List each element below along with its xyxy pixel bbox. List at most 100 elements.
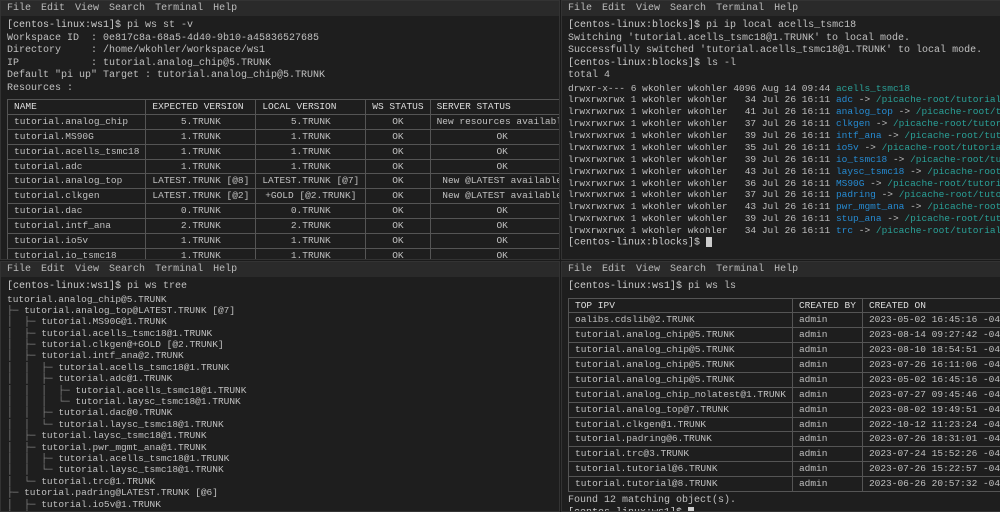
ws-status-table: NAMEEXPECTED VERSIONLOCAL VERSIONWS STAT… — [7, 99, 559, 259]
terminal-body[interactable]: [centos-linux:ws1]$ pi ws st -v Workspac… — [1, 16, 559, 259]
menu-file[interactable]: File — [7, 264, 31, 275]
menu-file[interactable]: File — [568, 264, 592, 275]
ls-entry: lrwxrwxrwx 1 wkohler wkohler 34 Jul 26 1… — [568, 94, 994, 106]
terminal-pane-bottom-left[interactable]: File Edit View Search Terminal Help [centos-l… — [0, 261, 560, 512]
tree-node: │ │ │ ├─ tutorial.acells_tsmc18@1.TRUNK — [7, 385, 553, 396]
table-row: tutorial.analog_chip_nolatest@1.TRUNKadm… — [569, 387, 1000, 402]
result-count: Found 12 matching object(s). — [568, 495, 994, 508]
table-row: tutorial.acells_tsmc181.TRUNK1.TRUNKOKOK… — [8, 144, 560, 159]
command: pi ws ls — [688, 281, 736, 292]
menu-help[interactable]: Help — [774, 3, 798, 14]
table-row: tutorial.io5v1.TRUNK1.TRUNKOKOKRefer — [8, 233, 560, 248]
menu-terminal[interactable]: Terminal — [155, 3, 203, 14]
menu-search[interactable]: Search — [109, 264, 145, 275]
col-header: TOP IPV — [569, 298, 793, 313]
ws-ls-table: TOP IPVCREATED BYCREATED ONPATH oalibs.c… — [568, 298, 1000, 492]
output-line: total 4 — [568, 70, 994, 83]
ls-entry: lrwxrwxrwx 1 wkohler wkohler 39 Jul 26 1… — [568, 154, 994, 166]
menubar: File Edit View Search Terminal Help — [562, 1, 1000, 16]
terminal-body[interactable]: [centos-linux:ws1]$ pi ws ls TOP IPVCREA… — [562, 277, 1000, 511]
ls-entry: lrwxrwxrwx 1 wkohler wkohler 37 Jul 26 1… — [568, 118, 994, 130]
menu-edit[interactable]: Edit — [41, 3, 65, 14]
tree-node: │ ├─ tutorial.io5v@1.TRUNK — [7, 499, 553, 510]
menu-edit[interactable]: Edit — [41, 264, 65, 275]
tree-node: │ │ ├─ tutorial.acells_tsmc18@1.TRUNK — [7, 453, 553, 464]
ls-entry: lrwxrwxrwx 1 wkohler wkohler 43 Jul 26 1… — [568, 166, 994, 178]
menu-search[interactable]: Search — [670, 264, 706, 275]
ls-entry: lrwxrwxrwx 1 wkohler wkohler 35 Jul 26 1… — [568, 142, 994, 154]
menu-help[interactable]: Help — [213, 264, 237, 275]
ls-entry: lrwxrwxrwx 1 wkohler wkohler 39 Jul 26 1… — [568, 213, 994, 225]
menu-terminal[interactable]: Terminal — [716, 3, 764, 14]
tree-node: │ │ └─ tutorial.laysc_tsmc18@1.TRUNK — [7, 419, 553, 430]
table-row: tutorial.analog_top@7.TRUNKadmin2023-08-… — [569, 402, 1000, 417]
command: pi ip local acells_tsmc18 — [706, 20, 856, 31]
cursor — [688, 507, 694, 511]
col-header: NAME — [8, 100, 146, 115]
info-line: Directory : /home/wkohler/workspace/ws1 — [7, 45, 553, 58]
terminal-pane-top-right[interactable]: File Edit View Search Terminal Help [centos-l… — [561, 0, 1000, 260]
menu-view[interactable]: View — [75, 3, 99, 14]
menu-edit[interactable]: Edit — [602, 3, 626, 14]
tree-node: │ ├─ tutorial.pwr_mgmt_ana@1.TRUNK — [7, 442, 553, 453]
menu-view[interactable]: View — [636, 264, 660, 275]
tree-node: │ ├─ tutorial.acells_tsmc18@1.TRUNK — [7, 328, 553, 339]
menu-search[interactable]: Search — [109, 3, 145, 14]
table-row: tutorial.clkgen@1.TRUNKadmin2022-10-12 1… — [569, 417, 1000, 432]
info-line: Workspace ID : 0e817c8a-68a5-4d40-9b10-a… — [7, 33, 553, 46]
ls-entry: lrwxrwxrwx 1 wkohler wkohler 36 Jul 26 1… — [568, 178, 994, 190]
table-row: tutorial.analog_chip5.TRUNK5.TRUNKOKNew … — [8, 114, 560, 129]
col-header: LOCAL VERSION — [256, 100, 366, 115]
command: ls -l — [706, 58, 736, 69]
ls-entry: lrwxrwxrwx 1 wkohler wkohler 41 Jul 26 1… — [568, 106, 994, 118]
table-row: tutorial.MS90G1.TRUNK1.TRUNKOKOKRefer — [8, 129, 560, 144]
col-header: CREATED BY — [792, 298, 862, 313]
table-row: tutorial.analog_chip@5.TRUNKadmin2023-08… — [569, 343, 1000, 358]
tree-node: tutorial.analog_chip@5.TRUNK — [7, 294, 553, 305]
tree-node: │ ├─ tutorial.intf_ana@2.TRUNK — [7, 350, 553, 361]
terminal-pane-top-left[interactable]: File Edit View Search Terminal Help [centos-l… — [0, 0, 560, 260]
menubar: File Edit View Search Terminal Help — [1, 1, 559, 16]
table-row: tutorial.tutorial@6.TRUNKadmin2023-07-26… — [569, 462, 1000, 477]
table-row: tutorial.intf_ana2.TRUNK2.TRUNKOKOKRefer — [8, 219, 560, 234]
menu-search[interactable]: Search — [670, 3, 706, 14]
terminal-pane-bottom-right[interactable]: File Edit View Search Terminal Help [centos-l… — [561, 261, 1000, 512]
tree-node: │ │ ├─ tutorial.adc@1.TRUNK — [7, 373, 553, 384]
output-line: Successfully switched 'tutorial.acells_t… — [568, 45, 994, 58]
menu-file[interactable]: File — [7, 3, 31, 14]
menu-terminal[interactable]: Terminal — [716, 264, 764, 275]
tree-node: │ ├─ tutorial.MS90G@1.TRUNK — [7, 316, 553, 327]
tree-node: │ │ │ └─ tutorial.laysc_tsmc18@1.TRUNK — [7, 396, 553, 407]
tree-node: │ ├─ tutorial.clkgen@+GOLD [@2.TRUNK] — [7, 339, 553, 350]
table-row: tutorial.tutorial@8.TRUNKadmin2023-06-26… — [569, 477, 1000, 492]
command: pi ws st -v — [127, 20, 193, 31]
table-row: tutorial.analog_chip@5.TRUNKadmin2023-05… — [569, 372, 1000, 387]
col-header: WS STATUS — [366, 100, 430, 115]
info-line: IP : tutorial.analog_chip@5.TRUNK — [7, 58, 553, 71]
menu-file[interactable]: File — [568, 3, 592, 14]
ls-entry: lrwxrwxrwx 1 wkohler wkohler 34 Jul 26 1… — [568, 225, 994, 237]
tree-node: │ │ ├─ tutorial.acells_tsmc18@1.TRUNK — [7, 362, 553, 373]
col-header: SERVER STATUS — [430, 100, 559, 115]
terminal-body[interactable]: [centos-linux:blocks]$ pi ip local acell… — [562, 16, 1000, 259]
menu-view[interactable]: View — [75, 264, 99, 275]
menu-view[interactable]: View — [636, 3, 660, 14]
command: pi ws tree — [127, 281, 187, 292]
menu-help[interactable]: Help — [774, 264, 798, 275]
menubar: File Edit View Search Terminal Help — [1, 262, 559, 277]
terminal-body[interactable]: [centos-linux:ws1]$ pi ws tree tutorial.… — [1, 277, 559, 511]
col-header: CREATED ON — [862, 298, 1000, 313]
table-row: tutorial.analog_chip@5.TRUNKadmin2023-08… — [569, 328, 1000, 343]
tree-node: ├─ tutorial.padring@LATEST.TRUNK [@6] — [7, 487, 553, 498]
menu-terminal[interactable]: Terminal — [155, 264, 203, 275]
table-row: tutorial.analog_topLATEST.TRUNK [@8]LATE… — [8, 174, 560, 189]
prompt: [centos-linux:ws1]$ — [7, 20, 121, 31]
menu-edit[interactable]: Edit — [602, 264, 626, 275]
table-row: tutorial.clkgenLATEST.TRUNK [@2]+GOLD [@… — [8, 189, 560, 204]
menu-help[interactable]: Help — [213, 3, 237, 14]
info-line: Default "pi up" Target : tutorial.analog… — [7, 70, 553, 83]
ls-entry: drwxr-x--- 6 wkohler wkohler 4096 Aug 14… — [568, 83, 994, 95]
output-line: Switching 'tutorial.acells_tsmc18@1.TRUN… — [568, 33, 994, 46]
table-row: tutorial.dac0.TRUNK0.TRUNKOKOKContainer — [8, 204, 560, 219]
ls-entry: lrwxrwxrwx 1 wkohler wkohler 37 Jul 26 1… — [568, 189, 994, 201]
